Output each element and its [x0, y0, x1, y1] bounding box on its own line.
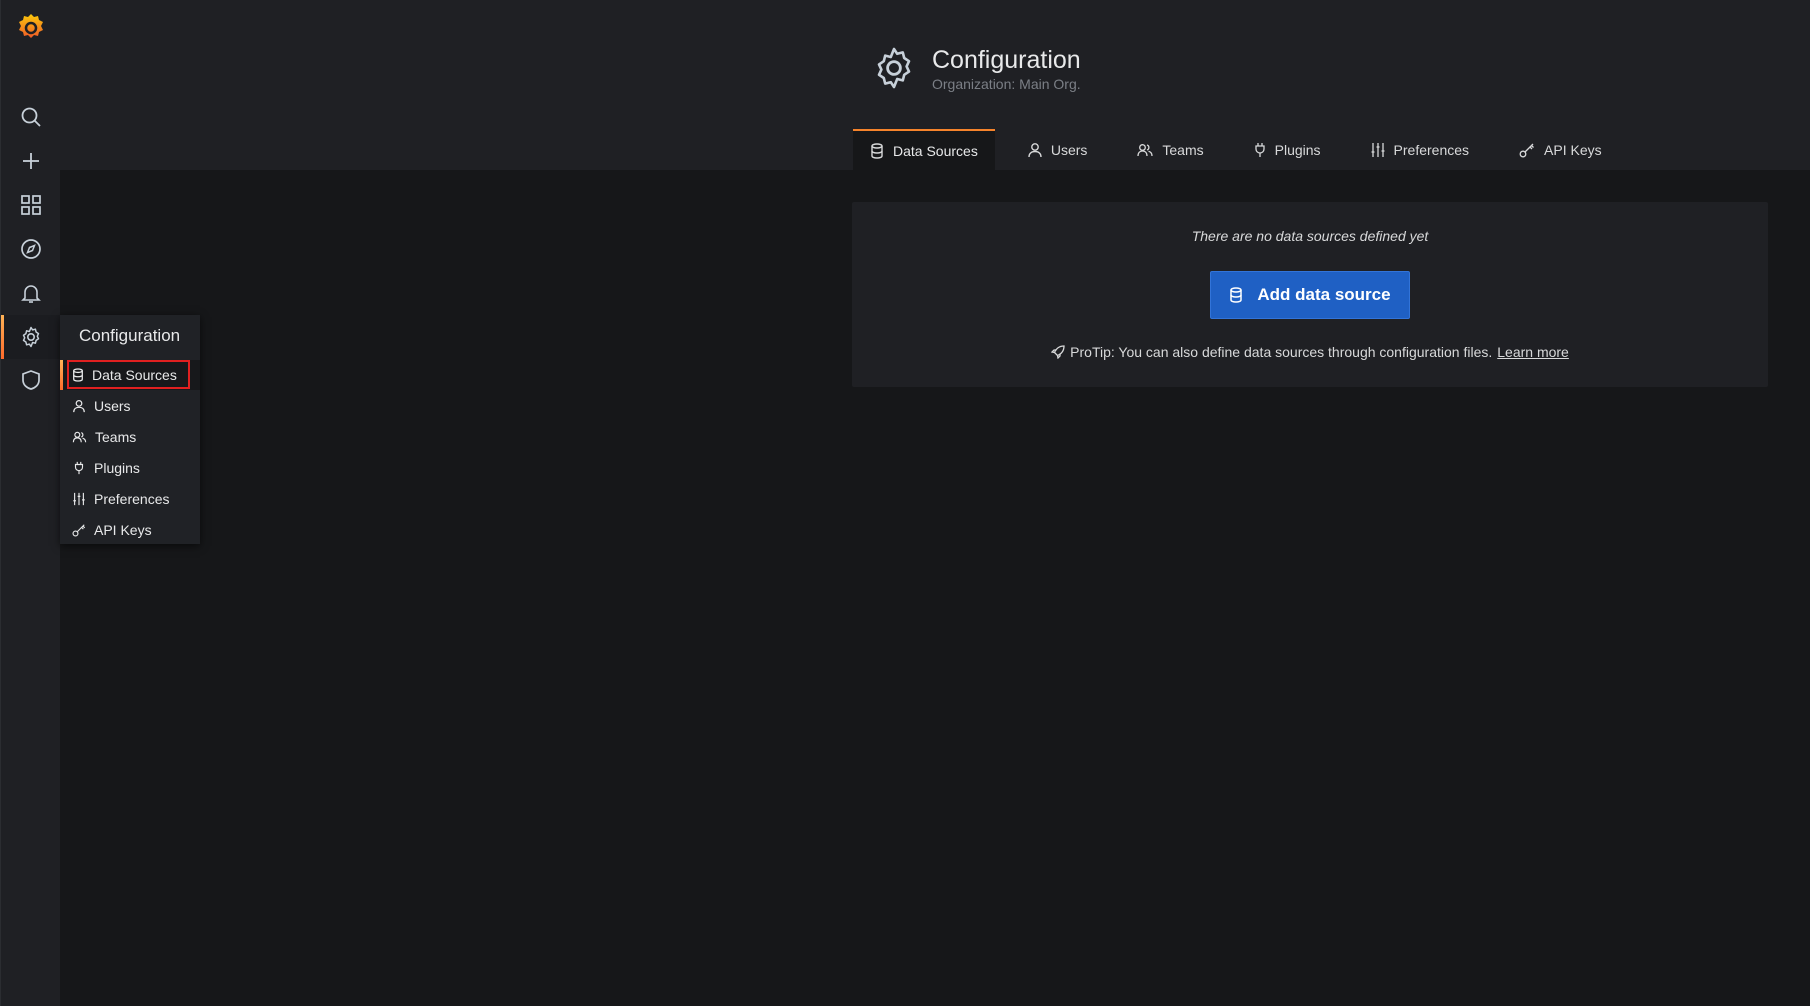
- configuration-flyout-menu: Configuration Data Sources Users Teams P…: [60, 315, 200, 544]
- flyout-item-label: Data Sources: [92, 367, 177, 383]
- tab-label: Preferences: [1393, 141, 1470, 158]
- tab-label: Users: [1050, 141, 1088, 158]
- tab-api-keys[interactable]: API Keys: [1502, 129, 1619, 170]
- users-icon: [72, 430, 87, 444]
- flyout-item-data-sources[interactable]: Data Sources: [60, 360, 200, 390]
- empty-state-message: There are no data sources defined yet: [1191, 228, 1429, 244]
- database-icon: [72, 368, 84, 382]
- tab-label: Data Sources: [893, 142, 978, 159]
- flyout-item-teams[interactable]: Teams: [60, 422, 200, 452]
- flyout-item-plugins[interactable]: Plugins: [60, 453, 200, 483]
- flyout-item-users[interactable]: Users: [60, 391, 200, 421]
- users-icon: [1137, 142, 1154, 158]
- flyout-item-api-keys[interactable]: API Keys: [60, 515, 200, 545]
- page-header: Configuration Organization: Main Org. Da…: [60, 0, 1810, 170]
- alerting-icon[interactable]: [1, 272, 61, 314]
- gear-icon: [872, 46, 916, 90]
- tab-teams[interactable]: Teams: [1120, 129, 1220, 170]
- tab-users[interactable]: Users: [1011, 129, 1105, 170]
- plug-icon: [72, 461, 86, 475]
- flyout-item-label: API Keys: [94, 522, 152, 538]
- flyout-item-label: Users: [94, 398, 131, 414]
- flyout-item-preferences[interactable]: Preferences: [60, 484, 200, 514]
- dashboards-icon[interactable]: [1, 184, 61, 226]
- search-icon[interactable]: [1, 96, 61, 138]
- explore-icon[interactable]: [1, 228, 61, 270]
- page-subtitle: Organization: Main Org.: [932, 76, 1081, 92]
- tab-data-sources[interactable]: Data Sources: [853, 129, 995, 170]
- add-data-source-button[interactable]: Add data source: [1210, 271, 1410, 319]
- page-title: Configuration: [932, 46, 1081, 74]
- protip: ProTip: You can also define data sources…: [852, 344, 1768, 360]
- database-icon: [1229, 287, 1243, 303]
- empty-state-card: There are no data sources defined yet Ad…: [852, 202, 1768, 387]
- sliders-icon: [72, 492, 86, 506]
- plug-icon: [1254, 142, 1266, 158]
- tab-preferences[interactable]: Preferences: [1354, 129, 1486, 170]
- user-icon: [72, 399, 86, 413]
- gear-icon[interactable]: [1, 315, 61, 359]
- database-icon: [870, 142, 884, 159]
- config-tabs: Data Sources Users Teams Plugins Prefere…: [853, 129, 1619, 170]
- key-icon: [1519, 142, 1535, 158]
- sidebar: [0, 0, 61, 1006]
- sliders-icon: [1371, 142, 1385, 158]
- tab-plugins[interactable]: Plugins: [1237, 129, 1338, 170]
- plus-icon[interactable]: [1, 140, 61, 182]
- add-data-source-label: Add data source: [1257, 285, 1391, 304]
- protip-text: ProTip: You can also define data sources…: [1070, 344, 1493, 360]
- key-icon: [72, 523, 86, 537]
- tab-label: Plugins: [1274, 141, 1321, 158]
- rocket-icon: [1051, 345, 1065, 359]
- tab-label: Teams: [1162, 141, 1204, 158]
- shield-icon[interactable]: [1, 359, 61, 401]
- learn-more-link[interactable]: Learn more: [1497, 344, 1569, 360]
- page-title-block: Configuration Organization: Main Org.: [872, 44, 1081, 92]
- flyout-item-label: Teams: [95, 429, 137, 445]
- tab-label: API Keys: [1544, 141, 1602, 158]
- flyout-title[interactable]: Configuration: [79, 326, 180, 346]
- flyout-item-label: Preferences: [94, 491, 170, 507]
- user-icon: [1028, 142, 1042, 158]
- flyout-item-label: Plugins: [94, 460, 140, 476]
- grafana-logo[interactable]: [1, 6, 61, 48]
